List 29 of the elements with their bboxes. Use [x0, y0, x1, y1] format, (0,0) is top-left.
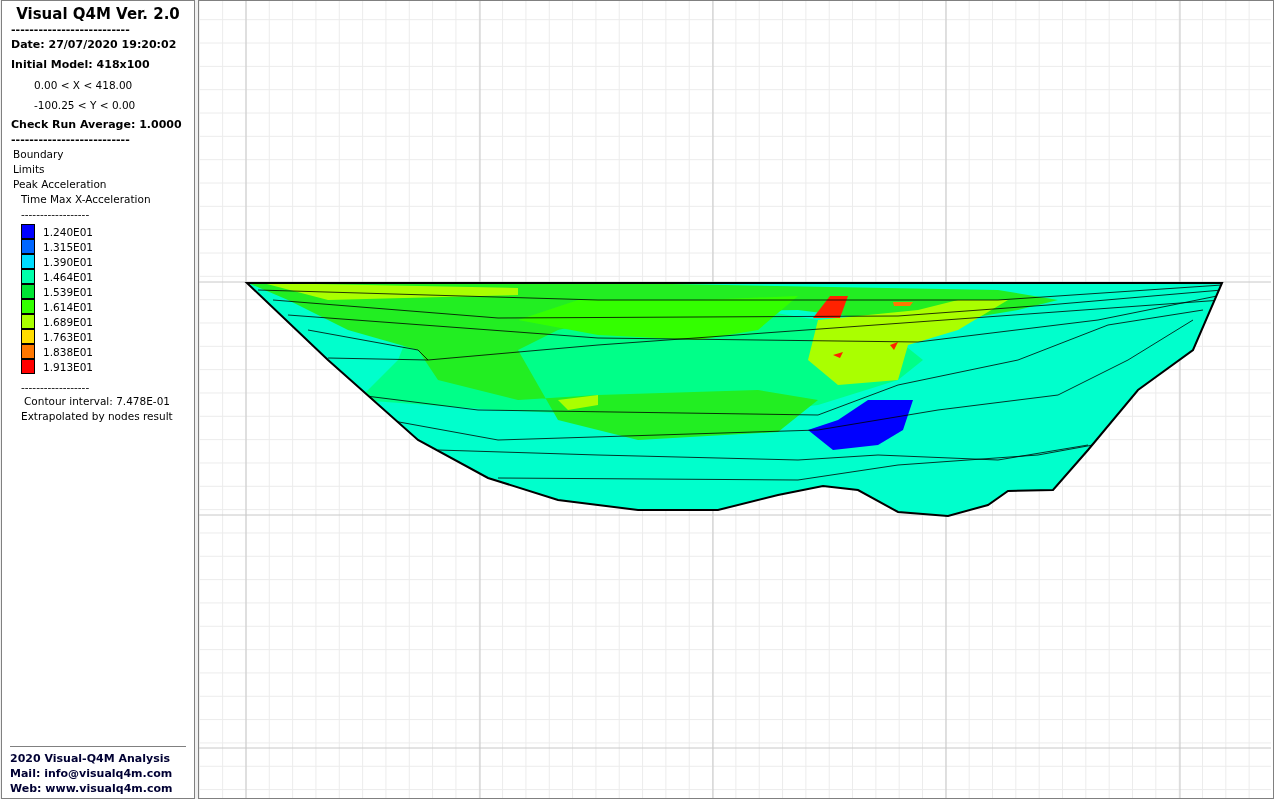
footer-text: Mail: info@visualq4m.com: [10, 766, 174, 781]
note-text: Extrapolated by nodes result: [20, 409, 174, 424]
app-title: Visual Q4M Ver. 2.0: [15, 5, 181, 23]
legend-value: 1.315E01: [43, 240, 94, 253]
separator-text: --------------------------: [10, 25, 131, 35]
info-text: Initial Model: 418x100: [10, 57, 151, 73]
range-text: -100.25 < Y < 0.00: [33, 98, 137, 113]
separator-text: ------------------: [20, 380, 91, 394]
legend-value: 1.913E01: [43, 360, 94, 373]
info-text: Check Run Average: 1.0000: [10, 117, 183, 133]
footer-text: 2020 Visual-Q4M Analysis: [10, 751, 172, 766]
legend-value: 1.240E01: [43, 225, 94, 238]
range-text: 0.00 < X < 418.00: [33, 78, 134, 93]
info-text: Date: 27/07/2020 19:20:02: [10, 37, 178, 53]
legend-value: 1.390E01: [43, 255, 94, 268]
legend-value: 1.539E01: [43, 285, 94, 298]
legend-value: 1.614E01: [43, 300, 94, 313]
contour-interval-text: Contour interval: 7.478E-01: [23, 394, 171, 409]
legend-value: 1.689E01: [43, 315, 94, 328]
layer-item[interactable]: Limits: [2, 162, 194, 177]
layer-item[interactable]: Time Max X-Acceleration: [2, 192, 194, 207]
legend-value: 1.763E01: [43, 330, 94, 343]
layer-item[interactable]: Peak Acceleration: [2, 177, 194, 192]
legend-value: 1.464E01: [43, 270, 94, 283]
layer-item[interactable]: Boundary: [2, 147, 194, 162]
legend-value: 1.838E01: [43, 345, 94, 358]
footer-text: Web: www.visualq4m.com: [10, 781, 174, 796]
separator-text: ------------------: [20, 207, 91, 221]
separator-text: --------------------------: [10, 135, 131, 145]
